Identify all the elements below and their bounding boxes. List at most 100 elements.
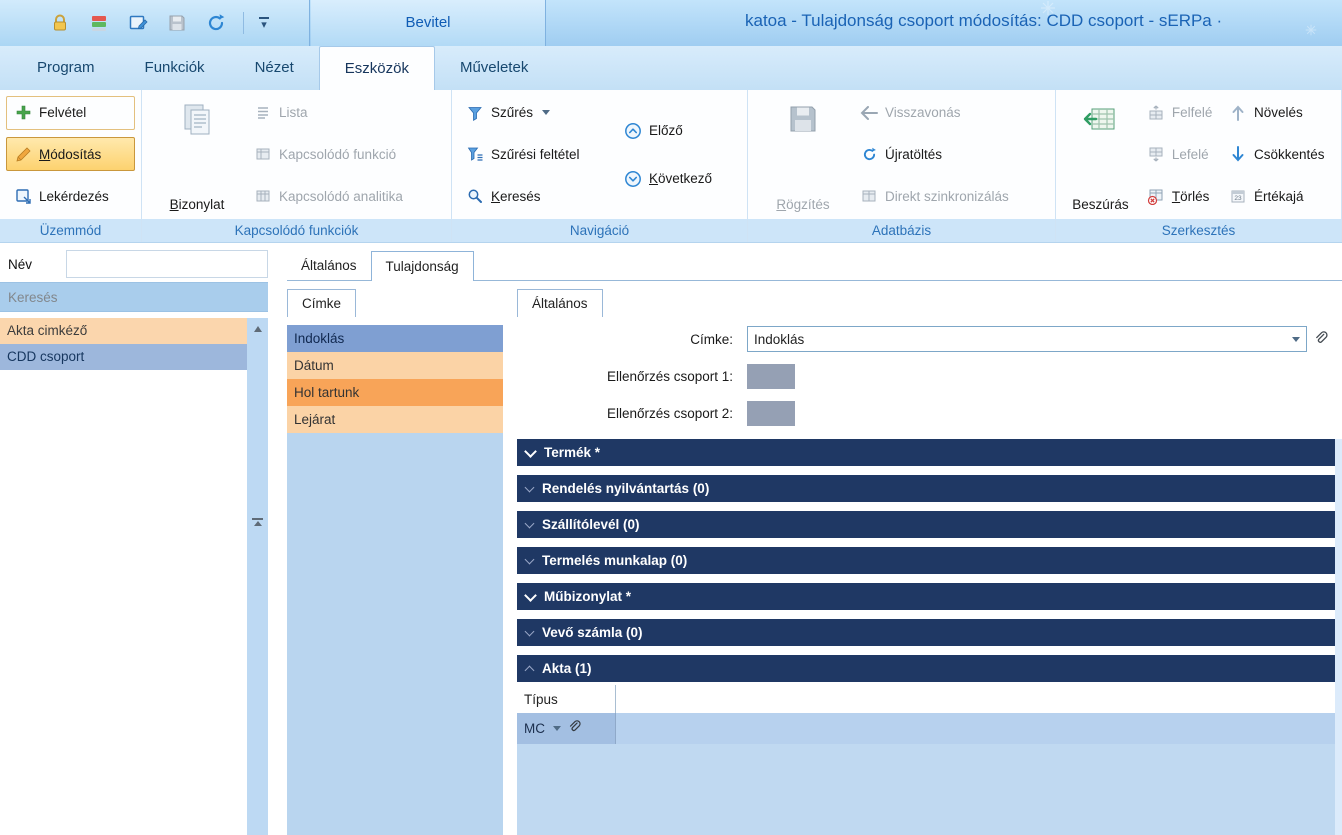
ujratoltes-button[interactable]: Újratöltés — [852, 137, 950, 171]
snowflake-decoration — [1040, 0, 1056, 16]
section-szallitolevel[interactable]: Szállítólevél (0) — [517, 511, 1335, 538]
cimke-item-hol-tartunk[interactable]: Hol tartunk — [287, 379, 503, 406]
chevron-down-icon[interactable] — [553, 726, 561, 731]
group-label-adatbazis: Adatbázis — [748, 219, 1055, 242]
cimke-item-indoklas[interactable]: Indoklás — [287, 325, 503, 352]
scroll-up-arrow-icon[interactable] — [254, 326, 262, 332]
permissions-icon[interactable] — [87, 11, 111, 35]
list-item-cdd-csoport[interactable]: CDD csoport — [0, 344, 247, 370]
paperclip-icon[interactable] — [1313, 331, 1328, 351]
quick-access-toolbar: ▾ — [0, 0, 310, 46]
tab-altalanos[interactable]: Általános — [287, 251, 371, 280]
section-rendeles-nyilvantartas[interactable]: Rendelés nyilvántartás (0) — [517, 475, 1335, 502]
refresh-icon[interactable] — [204, 11, 228, 35]
section-mubizonylat[interactable]: Műbizonylat * — [517, 583, 1335, 610]
chevron-down-icon — [525, 626, 535, 636]
tab-muveletek[interactable]: Műveletek — [435, 46, 553, 90]
tab-eszkozok[interactable]: Eszközök — [319, 46, 435, 90]
lekerdezes-label: Lekérdezés — [39, 189, 109, 204]
elozo-button[interactable]: Előző — [616, 114, 691, 148]
left-panel: Név Akta cimkéző CDD csoport — [0, 246, 268, 835]
ellenorzes1-box[interactable] — [747, 364, 795, 389]
section-label: Vevő számla (0) — [542, 625, 643, 640]
noveles-button[interactable]: Növelés — [1221, 96, 1311, 130]
szuresi-feltetel-button[interactable]: Szűrési feltétel — [458, 137, 588, 171]
lista-button[interactable]: Lista — [246, 96, 316, 130]
kapcsolodo-analitika-button[interactable]: Kapcsolódó analitika — [246, 179, 411, 213]
ellenorzes2-box[interactable] — [747, 401, 795, 426]
qat-overflow-button[interactable]: ▾ — [259, 17, 269, 30]
ribbon: Felvétel Módosítás Lekérdezés Üzemmód Bi… — [0, 90, 1342, 243]
section-termek[interactable]: Termék * — [517, 439, 1335, 466]
direkt-szinkronizalas-button[interactable]: Direkt szinkronizálás — [852, 179, 1017, 213]
tab-tulajdonsag[interactable]: Tulajdonság — [371, 251, 474, 281]
undo-arrow-icon — [860, 104, 878, 122]
form-scrollbar[interactable] — [1335, 439, 1342, 835]
visszavonas-label: Visszavonás — [885, 105, 961, 120]
lock-icon[interactable] — [48, 11, 72, 35]
uzemmod-buttons: Felvétel Módosítás Lekérdezés — [0, 90, 141, 219]
rogzites-label: Rögzítés — [776, 197, 829, 212]
search-input[interactable] — [0, 282, 268, 312]
rogzites-button[interactable]: Rögzítés — [754, 92, 852, 217]
ertekajanlat-button[interactable]: 23 Értékajá — [1221, 179, 1312, 213]
section-vevo-szamla[interactable]: Vevő számla (0) — [517, 619, 1335, 646]
related-function-icon — [254, 145, 272, 163]
section-label: Rendelés nyilvántartás (0) — [542, 481, 709, 496]
chevron-down-icon[interactable] — [1292, 337, 1300, 342]
save-icon[interactable] — [165, 11, 189, 35]
nev-input[interactable] — [66, 250, 268, 278]
csokkentes-button[interactable]: Csökkentés — [1221, 137, 1333, 171]
chevron-down-icon — [525, 554, 535, 564]
svg-text:23: 23 — [1234, 195, 1242, 202]
tab-program[interactable]: Program — [12, 46, 120, 90]
lefele-button[interactable]: Lefelé — [1139, 137, 1217, 171]
akta-table-row[interactable]: MC — [517, 713, 1335, 744]
tab-cimke[interactable]: Címke — [287, 289, 356, 317]
csokkentes-label: Csökkentés — [1254, 147, 1325, 162]
kovetkezo-button[interactable]: Következő — [616, 162, 720, 196]
kereses-button[interactable]: Keresés — [458, 179, 549, 213]
modositas-button[interactable]: Módosítás — [6, 137, 135, 171]
torles-button[interactable]: Törlés — [1139, 179, 1218, 213]
list-item-akta-cimkezo[interactable]: Akta cimkéző — [0, 318, 247, 344]
visszavonas-button[interactable]: Visszavonás — [852, 96, 969, 130]
edit-window-icon[interactable] — [126, 11, 150, 35]
cimke-item-lejarat[interactable]: Lejárat — [287, 406, 503, 433]
lefele-label: Lefelé — [1172, 147, 1209, 162]
cimke-item-datum[interactable]: Dátum — [287, 352, 503, 379]
cimke-field-label: Címke: — [517, 332, 740, 347]
bizonylat-label: Bizonylat — [170, 197, 225, 212]
decrease-arrow-icon — [1229, 145, 1247, 163]
left-scrollbar[interactable] — [247, 318, 268, 835]
kapcsolodo-funkcio-label: Kapcsolódó funkció — [279, 147, 396, 162]
section-label: Műbizonylat * — [544, 589, 631, 604]
szures-label: Szűrés — [491, 105, 533, 120]
context-tab-bevitel[interactable]: Bevitel — [311, 0, 546, 46]
felvetel-button[interactable]: Felvétel — [6, 96, 135, 130]
ujratoltes-label: Újratöltés — [885, 147, 942, 162]
tipus-column-header[interactable]: Típus — [517, 685, 616, 713]
szerkesztes-column-1: Felfelé Lefelé Törlés — [1139, 92, 1221, 217]
tab-nezet[interactable]: Nézet — [230, 46, 319, 90]
felfele-button[interactable]: Felfelé — [1139, 96, 1221, 130]
paperclip-icon[interactable] — [567, 720, 581, 737]
section-akta[interactable]: Akta (1) — [517, 655, 1335, 682]
filter-condition-icon — [466, 145, 484, 163]
circle-up-icon — [624, 122, 642, 140]
kapcsolodo-funkcio-button[interactable]: Kapcsolódó funkció — [246, 137, 404, 171]
cimke-combobox[interactable]: Indoklás — [747, 326, 1307, 352]
szures-button[interactable]: Szűrés — [458, 96, 558, 130]
akta-type-cell[interactable]: MC — [517, 713, 616, 744]
snowflake-decoration — [1305, 24, 1317, 36]
beszuras-button[interactable]: Beszúrás — [1062, 92, 1139, 217]
bizonylat-button[interactable]: Bizonylat — [148, 92, 246, 217]
nev-row: Név — [0, 246, 268, 282]
akta-table-header: Típus — [517, 685, 1335, 714]
section-termeles-munkalap[interactable]: Termelés munkalap (0) — [517, 547, 1335, 574]
tab-form-altalanos[interactable]: Általános — [517, 289, 603, 317]
lekerdezes-button[interactable]: Lekérdezés — [6, 179, 135, 213]
ribbon-group-kapcsolodo: Bizonylat Lista Kapcsolódó funkció Kapcs… — [142, 90, 452, 242]
tab-funkciok[interactable]: Funkciók — [120, 46, 230, 90]
scroll-pin-icon[interactable] — [252, 518, 263, 526]
